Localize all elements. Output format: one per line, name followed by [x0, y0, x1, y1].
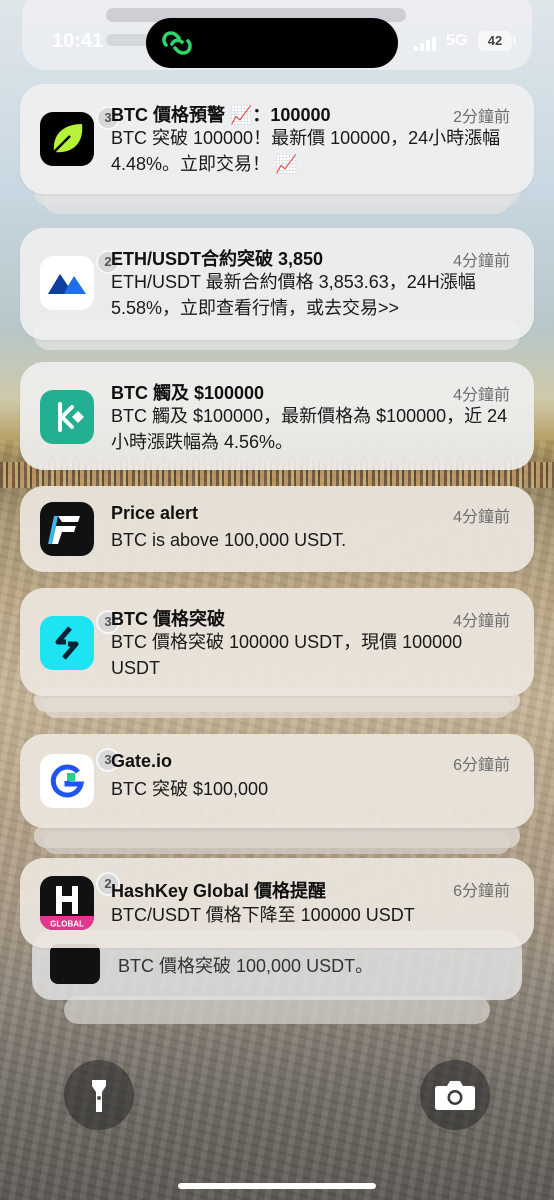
- camera-button[interactable]: [420, 1060, 490, 1130]
- mountain-app-icon: [40, 256, 94, 310]
- notification-time: 4分鐘前: [453, 387, 510, 404]
- notification-body: BTC is above 100,000 USDT.: [111, 530, 347, 550]
- flash-app-icon: [40, 502, 94, 556]
- notification-title: Price alert: [111, 503, 199, 523]
- notification-body: BTC 觸及 $100000，最新價格為 $100000，近 24 小時漲跌幅為…: [111, 406, 508, 452]
- notification-card[interactable]: 3 Gate.io 6分鐘前 BTC 突破 $100,000: [20, 734, 534, 828]
- notification-body: BTC 價格突破 100000 USDT，現價 100000 USDT: [111, 632, 463, 678]
- stacked-notification-shadow: [64, 996, 490, 1024]
- dynamic-island[interactable]: [146, 18, 398, 68]
- notification-card[interactable]: 3 BTC 價格預警 📈：100000 2分鐘前 BTC 突破 100000！最…: [20, 84, 534, 194]
- notification-time: 6分鐘前: [453, 757, 510, 774]
- battery-icon: 42: [478, 31, 512, 51]
- hashkey-app-icon: GLOBAL: [40, 876, 94, 930]
- notification-body: BTC 突破 100000！最新價 100000，24小時漲幅 4.48%。立即…: [111, 128, 501, 174]
- network-type: 5G: [446, 32, 468, 49]
- notification-time: 6分鐘前: [453, 883, 510, 900]
- clock: 10:41: [52, 30, 104, 52]
- notification-title: ETH/USDT合約突破 3,850: [111, 249, 324, 269]
- kucoin-app-icon: [40, 390, 94, 444]
- bitget-app-icon: [40, 616, 94, 670]
- hashkey-icon-label: GLOBAL: [50, 920, 84, 929]
- leaf-app-icon: [40, 112, 94, 166]
- notification-card[interactable]: 3 BTC 價格突破 4分鐘前 BTC 價格突破 100000 USDT，現價 …: [20, 588, 534, 696]
- notification-title: Gate.io: [111, 751, 173, 771]
- notification-body: BTC/USDT 價格下降至 100000 USDT: [111, 905, 415, 925]
- notification-time: 4分鐘前: [453, 613, 510, 630]
- notification-card[interactable]: 2 ETH/USDT合約突破 3,850 4分鐘前 ETH/USDT 最新合約價…: [20, 228, 534, 340]
- notification-time: 4分鐘前: [453, 253, 510, 270]
- notification-time: 2分鐘前: [453, 109, 510, 126]
- battery-tip: [513, 37, 516, 45]
- home-indicator[interactable]: [178, 1183, 376, 1189]
- notification-card[interactable]: BTC 觸及 $100000 4分鐘前 BTC 觸及 $100000，最新價格為…: [20, 362, 534, 470]
- notification-title: BTC 價格預警 📈：100000: [111, 105, 331, 125]
- gate-app-icon: [40, 754, 94, 808]
- camera-icon: [435, 1081, 475, 1110]
- notification-body: ETH/USDT 最新合約價格 3,853.63，24H漲幅 5.58%，立即查…: [111, 272, 476, 318]
- notification-title: HashKey Global 價格提醒: [111, 881, 327, 901]
- signal-strength-icon: [414, 35, 440, 51]
- hashkey-app-icon: [50, 944, 100, 984]
- notification-card[interactable]: Price alert 4分鐘前 BTC is above 100,000 US…: [20, 486, 534, 572]
- status-bar: 10:41 5G 42: [0, 18, 554, 68]
- notification-title: BTC 觸及 $100000: [111, 383, 265, 403]
- notification-body: BTC 突破 $100,000: [111, 779, 269, 799]
- link-logo-icon: [162, 31, 192, 55]
- flashlight-icon: [92, 1080, 106, 1112]
- notification-body: BTC 價格突破 100,000 USDT。: [118, 956, 374, 976]
- notification-time: 4分鐘前: [453, 509, 510, 526]
- flashlight-button[interactable]: [64, 1060, 134, 1130]
- notification-card[interactable]: GLOBAL 2 HashKey Global 價格提醒 6分鐘前 BTC/US…: [20, 858, 534, 948]
- notification-title: BTC 價格突破: [111, 609, 225, 629]
